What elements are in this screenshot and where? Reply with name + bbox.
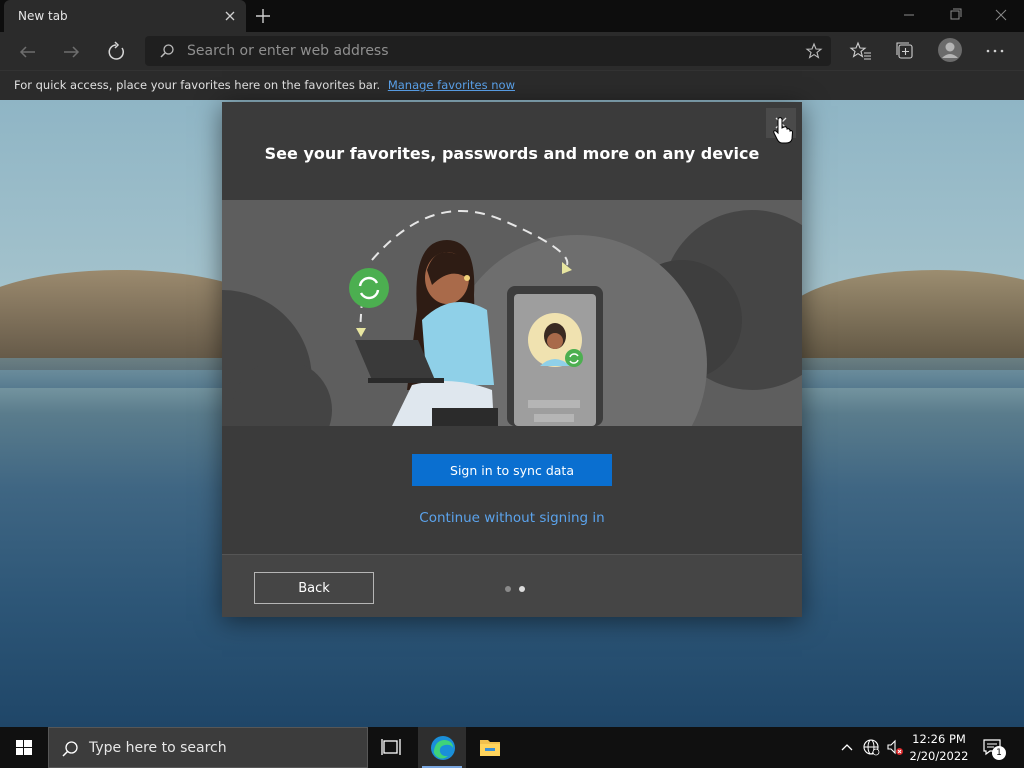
illustration-art [222,210,802,426]
taskbar-search-placeholder: Type here to search [89,740,227,756]
volume-muted-icon[interactable] [886,738,904,756]
dialog-footer: Back [222,554,802,617]
taskbar: Type here to search 12:26 PM 2/20/2022 1 [0,727,1024,768]
close-tab-icon[interactable] [222,8,238,24]
new-tab-plus-icon[interactable] [250,4,276,28]
system-clock[interactable]: 12:26 PM 2/20/2022 [906,731,972,765]
back-arrow-icon[interactable] [14,38,42,66]
restore-icon[interactable] [940,4,970,26]
sync-dialog: See your favorites, passwords and more o… [222,102,802,617]
clock-time: 12:26 PM [912,732,966,746]
notification-count-badge: 1 [992,746,1006,760]
address-bar[interactable] [145,36,831,66]
sign-in-to-sync-button[interactable]: Sign in to sync data [412,454,612,486]
background-hill-right [780,270,1024,370]
browser-toolbar [0,32,1024,70]
clock-date: 2/20/2022 [909,749,969,763]
task-view-icon[interactable] [368,727,416,768]
back-button[interactable]: Back [254,572,374,604]
refresh-icon[interactable] [102,38,130,66]
search-icon [160,44,174,58]
forward-arrow-icon[interactable] [57,38,85,66]
close-window-icon[interactable] [986,4,1016,26]
minimize-icon[interactable] [894,4,924,26]
taskbar-edge-app[interactable] [418,727,466,768]
browser-title-bar: New tab [0,0,1024,32]
collections-icon[interactable] [893,39,917,63]
sync-illustration [222,200,802,426]
edge-browser-icon [431,736,455,760]
pager-dot-2-active [519,586,525,592]
show-hidden-icons-chevron-up-icon[interactable] [838,738,856,756]
profile-avatar-icon[interactable] [937,37,963,63]
pager-dot-1 [505,586,511,592]
favorites-bar-text: For quick access, place your favorites h… [14,78,381,92]
add-favorite-star-icon[interactable] [805,42,823,60]
taskbar-search-box[interactable]: Type here to search [48,727,368,768]
favorites-bar: For quick access, place your favorites h… [0,70,1024,100]
favorites-bar-message: For quick access, place your favorites h… [14,78,515,92]
network-globe-icon[interactable] [862,738,880,756]
continue-without-signing-in-link[interactable]: Continue without signing in [362,510,662,526]
tab-new-tab[interactable]: New tab [4,0,246,32]
hand-cursor-icon [773,117,794,144]
address-input[interactable] [187,36,787,66]
file-explorer-icon[interactable] [466,727,514,768]
tab-title: New tab [18,9,68,23]
dialog-title: See your favorites, passwords and more o… [264,144,760,163]
action-center-button[interactable]: 1 [980,735,1006,761]
more-options-icon[interactable] [983,39,1007,63]
favorites-icon[interactable] [849,39,873,63]
taskbar-search-icon [62,741,78,757]
windows-start-icon[interactable] [0,727,48,768]
manage-favorites-link[interactable]: Manage favorites now [388,78,515,92]
